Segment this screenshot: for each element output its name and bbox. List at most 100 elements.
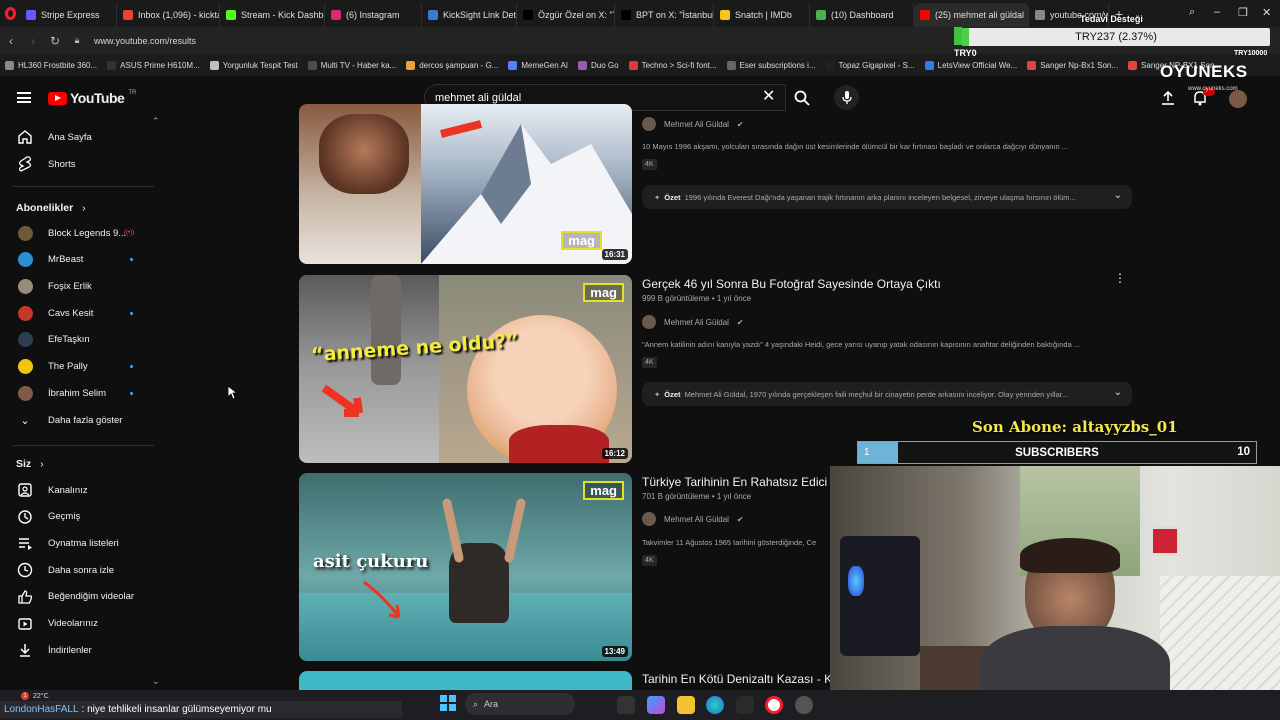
account-avatar[interactable] (1229, 90, 1247, 108)
show-more-button[interactable]: ⌄ Daha fazla göster (0, 407, 160, 433)
bookmark-item[interactable]: Topaz Gigapixel - S... (821, 60, 920, 70)
search-tabs-icon[interactable]: ⌕ (1189, 6, 1195, 19)
video-thumbnail[interactable]: mag 16:31 (299, 104, 632, 264)
upload-icon[interactable] (1159, 89, 1177, 107)
bookmark-item[interactable]: Techno > Sci-fi font... (624, 60, 722, 70)
bookmark-item[interactable]: dercos şampuan - G... (401, 60, 503, 70)
channel-link[interactable]: Mehmet Ali Güldal ✔︎ (642, 117, 744, 131)
sidebar-item-shorts[interactable]: Shorts (0, 151, 160, 177)
sidebar-item-home[interactable]: Ana Sayfa (0, 124, 160, 150)
verified-icon: ✔︎ (736, 514, 744, 524)
browser-tab[interactable]: Özgür Özel on X: "Yik (517, 3, 615, 27)
bookmark-favicon-icon (726, 60, 736, 70)
sidebar-item-like[interactable]: Beğendiğim videolar (0, 584, 160, 610)
sidebar-item-subscription[interactable]: The Pally (0, 354, 160, 380)
scroll-down-icon[interactable]: ⌄ (152, 676, 160, 687)
taskbar-search[interactable]: ⌕ Ara (465, 693, 575, 715)
sidebar-item-subscription[interactable]: EfeTaşkın (0, 327, 160, 353)
sidebar-item-watch-later[interactable]: Daha sonra izle (0, 557, 160, 583)
video-thumbnail[interactable]: asit çukuru mag 13:49 (299, 473, 632, 661)
sidebar-item-label: Beğendiğim videolar (48, 591, 135, 603)
channel-link[interactable]: Mehmet Ali Güldal ✔︎ (642, 315, 744, 329)
channel-link[interactable]: Mehmet Ali Güldal ✔︎ (642, 512, 744, 526)
channel-tag: mag (583, 481, 624, 500)
tab-favicon-icon (816, 10, 826, 20)
forward-icon[interactable]: › (22, 34, 44, 48)
opera-logo-icon[interactable] (0, 0, 20, 27)
maximize-icon[interactable]: ❐ (1238, 6, 1248, 19)
browser-tab[interactable]: KickSight Link Detect (422, 3, 517, 27)
bookmark-item[interactable]: ASUS Prime H610M... (102, 60, 205, 70)
store-icon[interactable] (736, 696, 754, 714)
channel-avatar (642, 315, 656, 329)
video-title[interactable]: Türkiye Tarihinin En Rahatsız Edici G (642, 475, 840, 489)
subscriptions-header[interactable]: Abonelikler › (16, 202, 86, 214)
weather-temperature[interactable]: 22°C (33, 693, 49, 700)
video-description: "Annem katilinin adını kanıyla yazdı" 4 … (642, 340, 1081, 349)
url-field[interactable]: www.youtube.com/results (94, 36, 196, 46)
sidebar-item-playlist[interactable]: Oynatma listeleri (0, 530, 160, 556)
bookmark-item[interactable]: Yorgunluk Tespit Test (205, 60, 303, 70)
obs-icon[interactable] (795, 696, 813, 714)
edge-icon[interactable] (706, 696, 724, 714)
bookmark-item[interactable]: MemeGen AI (503, 60, 573, 70)
browser-tab[interactable]: BPT on X: "İstanbul'd (615, 3, 714, 27)
verified-icon: ✔︎ (736, 119, 744, 129)
sidebar-item-history[interactable]: Geçmiş (0, 504, 160, 530)
video-thumbnail[interactable]: “anneme ne oldu?” mag 16:12 (299, 275, 632, 463)
bookmark-item[interactable]: Sanger Np-Bx1 Son... (1022, 60, 1123, 70)
browser-tab[interactable]: Inbox (1,096) - kickta (117, 3, 220, 27)
sidebar-item-subscription[interactable]: Block Legends 9... ((•)) (0, 220, 160, 246)
copilot-icon[interactable] (647, 696, 665, 714)
video-title[interactable]: Gerçek 46 yıl Sonra Bu Fotoğraf Sayesind… (642, 277, 941, 291)
channel-avatar (17, 385, 33, 401)
scroll-up-icon[interactable]: ⌃ (152, 116, 160, 127)
summary-box[interactable]: ✦ Özet Mehmet Ali Güldal, 1970 yılında ge… (642, 382, 1132, 406)
video-title[interactable]: Tarihin En Kötü Denizaltı Kazası - Ku (642, 672, 839, 686)
bookmark-label: LetsView Official We... (937, 60, 1018, 70)
sidebar-item-channel[interactable]: Kanalınız (0, 477, 160, 503)
voice-search-button[interactable] (834, 85, 859, 110)
bookmark-item[interactable]: LetsView Official We... (920, 60, 1023, 70)
donation-min: TRY0 (954, 48, 977, 58)
new-content-dot (130, 258, 133, 262)
sidebar-item-subscription[interactable]: Foşix Erlik (0, 273, 160, 299)
sidebar-item-subscription[interactable]: MrBeast (0, 247, 160, 273)
video-thumbnail[interactable] (299, 671, 632, 690)
reload-icon[interactable]: ↻ (44, 34, 66, 48)
browser-tab[interactable]: (25) mehmet ali güldal (914, 3, 1029, 27)
sidebar-item-subscription[interactable]: İbrahim Selim (0, 380, 160, 406)
browser-tab[interactable]: Stream - Kick Dashbo (220, 3, 325, 27)
sidebar-item-subscription[interactable]: Cavs Kesit (0, 300, 160, 326)
bookmark-item[interactable]: HL360 Frostbite 360... (0, 60, 102, 70)
browser-tab[interactable]: Stripe Express (20, 3, 117, 27)
close-window-icon[interactable]: ✕ (1262, 6, 1271, 19)
bookmark-item[interactable]: Multi TV - Haber ka... (303, 60, 401, 70)
back-icon[interactable]: ‹ (0, 34, 22, 48)
search-button[interactable] (786, 84, 818, 111)
youtube-logo[interactable]: YouTube TR (48, 90, 136, 106)
video-description: Takvimler 11 Ağustos 1965 tarihini göste… (642, 538, 817, 547)
4k-badge: 4K (642, 555, 657, 566)
menu-icon[interactable] (17, 92, 31, 103)
opera-icon[interactable] (765, 696, 783, 714)
bookmark-item[interactable]: Duo Go (573, 60, 624, 70)
windows-start-icon[interactable] (440, 695, 456, 711)
browser-tab[interactable]: (10) Dashboard (810, 3, 914, 27)
minimize-icon[interactable]: – (1214, 6, 1220, 18)
bookmark-item[interactable]: Eser subscriptions i... (722, 60, 821, 70)
sidebar-item-your-videos[interactable]: Videolarınız (0, 611, 160, 637)
sparkle-icon: ✦ (654, 389, 661, 399)
sidebar-item-download[interactable]: İndirilenler (0, 637, 160, 663)
you-header[interactable]: Siz › (16, 458, 44, 470)
file-explorer-icon[interactable] (677, 696, 695, 714)
clear-search-icon[interactable]: ✕ (762, 89, 775, 105)
browser-tab[interactable]: Snatch | IMDb (714, 3, 810, 27)
browser-tab[interactable]: (6) Instagram (325, 3, 422, 27)
task-view-icon[interactable] (617, 696, 635, 714)
expand-chevron-icon[interactable]: ⌄ (1114, 190, 1122, 201)
expand-chevron-icon[interactable]: ⌄ (1114, 387, 1122, 398)
bookmarks-bar: HL360 Frostbite 360... ASUS Prime H610M..… (0, 54, 1280, 76)
more-actions-icon[interactable]: ⋮ (1114, 272, 1126, 284)
summary-box[interactable]: ✦ Özet 1996 yılında Everest Dağı'nda yaşa… (642, 185, 1132, 209)
